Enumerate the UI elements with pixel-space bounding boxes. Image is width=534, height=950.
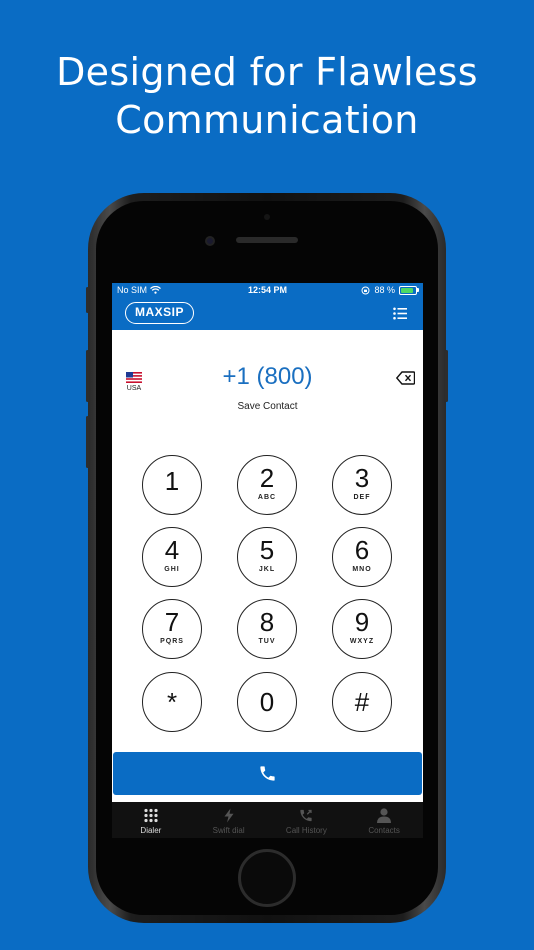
- keypad-key[interactable]: 0: [237, 672, 297, 732]
- tab-swift-dial[interactable]: Swift dial: [190, 802, 268, 838]
- keypad-grid-icon: [144, 808, 158, 823]
- keypad-key[interactable]: 5 JKL: [237, 527, 297, 587]
- list-menu-icon[interactable]: [393, 307, 407, 320]
- lightning-icon: [224, 808, 234, 823]
- earpiece-speaker: [236, 237, 298, 243]
- tab-dialer[interactable]: Dialer: [112, 802, 190, 838]
- keypad-key[interactable]: 9 WXYZ: [332, 599, 392, 659]
- tab-call-history[interactable]: Call History: [268, 802, 346, 838]
- promo-headline: Designed for Flawless Communication: [0, 48, 534, 144]
- tab-label: Swift dial: [212, 826, 245, 835]
- key-digit: 7: [164, 607, 180, 637]
- key-digit: 1: [164, 466, 180, 496]
- keypad-key[interactable]: 6 MNO: [332, 527, 392, 587]
- status-bar: No SIM 12:54 PM 88 %: [112, 283, 423, 297]
- key-digit: #: [354, 687, 370, 717]
- key-letters: ABC: [257, 494, 277, 501]
- app-bar: MAXSIP: [112, 297, 423, 330]
- key-letters: WXYZ: [349, 638, 375, 645]
- phone-screen: No SIM 12:54 PM 88 % MAXSIP USA +1 (800)…: [112, 283, 423, 838]
- key-digit: 6: [354, 535, 370, 565]
- key-letters: DEF: [353, 494, 371, 501]
- key-digit: 3: [354, 463, 370, 493]
- call-history-icon: [300, 809, 312, 822]
- key-digit: 9: [354, 607, 370, 637]
- key-letters: PQRS: [160, 638, 184, 645]
- orientation-lock-icon: [361, 286, 370, 294]
- keypad-key[interactable]: 7 PQRS: [142, 599, 202, 659]
- front-camera: [205, 236, 215, 246]
- key-letters: MNO: [352, 566, 372, 573]
- home-button[interactable]: [238, 849, 296, 907]
- volume-down-button: [86, 416, 89, 468]
- volume-up-button: [86, 350, 89, 402]
- tab-contacts[interactable]: Contacts: [345, 802, 423, 838]
- tab-label: Call History: [285, 826, 327, 835]
- keypad-key[interactable]: #: [332, 672, 392, 732]
- key-digit: 5: [259, 535, 275, 565]
- battery-fill: [401, 287, 414, 293]
- tab-label: Dialer: [140, 826, 162, 835]
- call-button[interactable]: [113, 752, 422, 795]
- key-digit: 0: [259, 687, 275, 717]
- key-letters: GHI: [164, 566, 180, 573]
- battery-percent: 88 %: [374, 285, 395, 295]
- key-digit: 4: [164, 535, 180, 565]
- tab-label: Contacts: [368, 826, 400, 835]
- battery-icon: [399, 285, 419, 295]
- key-digit: 8: [259, 607, 275, 637]
- keypad-key[interactable]: 1: [142, 455, 202, 515]
- backspace-icon[interactable]: [396, 371, 415, 385]
- headline-line-2: Communication: [115, 98, 419, 142]
- dialed-number-field[interactable]: +1 (800): [112, 363, 423, 391]
- keypad-key[interactable]: 2 ABC: [237, 455, 297, 515]
- key-letters: TUV: [258, 638, 276, 645]
- key-letters: JKL: [258, 566, 276, 573]
- tab-bar: Dialer Swift dial Call History Contacts: [112, 802, 423, 838]
- keypad-key[interactable]: 8 TUV: [237, 599, 297, 659]
- phone-icon: [260, 766, 275, 781]
- keypad-key[interactable]: 4 GHI: [142, 527, 202, 587]
- key-digit: 2: [259, 463, 275, 493]
- silent-switch: [86, 287, 89, 313]
- power-button: [445, 350, 448, 402]
- maxsip-logo: MAXSIP: [125, 302, 195, 324]
- proximity-sensor: [264, 214, 270, 220]
- key-digit: *: [166, 687, 178, 717]
- keypad-key[interactable]: *: [142, 672, 202, 732]
- headline-line-1: Designed for Flawless: [56, 50, 478, 94]
- keypad-key[interactable]: 3 DEF: [332, 455, 392, 515]
- save-contact-link[interactable]: Save Contact: [112, 401, 423, 412]
- person-icon: [377, 808, 392, 823]
